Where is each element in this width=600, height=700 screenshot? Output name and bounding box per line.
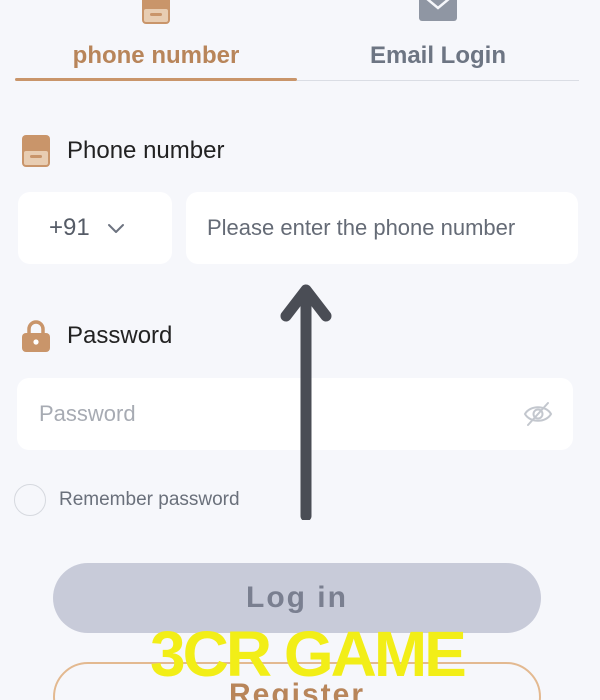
phone-number-input[interactable] xyxy=(186,192,578,264)
phone-input-container xyxy=(186,192,578,264)
phone-icon xyxy=(22,135,50,167)
password-label: Password xyxy=(20,318,172,354)
phone-number-label: Phone number xyxy=(20,133,224,169)
active-tab-indicator xyxy=(15,78,297,81)
login-button-label: Log in xyxy=(246,581,348,614)
arrow-up-icon xyxy=(280,284,332,520)
tab-phone-label: phone number xyxy=(72,42,240,69)
lock-icon xyxy=(22,320,50,352)
remember-password-label: Remember password xyxy=(59,489,240,510)
login-method-tabs: phone number Email Login xyxy=(0,0,600,84)
tab-email-login[interactable]: Email Login xyxy=(297,0,579,82)
eye-off-icon[interactable] xyxy=(523,400,553,428)
tab-divider xyxy=(297,80,579,81)
remember-password[interactable]: Remember password xyxy=(14,484,240,516)
country-code-value: +91 xyxy=(49,214,90,241)
country-code-select[interactable]: +91 xyxy=(18,192,172,264)
phone-icon xyxy=(142,0,170,24)
watermark: 3CR GAME xyxy=(150,618,467,690)
tab-email-label: Email Login xyxy=(369,42,506,69)
mail-icon xyxy=(419,0,457,21)
chevron-down-icon xyxy=(107,224,124,233)
tab-phone-number[interactable]: phone number xyxy=(15,0,297,82)
remember-password-checkbox[interactable] xyxy=(14,484,46,516)
